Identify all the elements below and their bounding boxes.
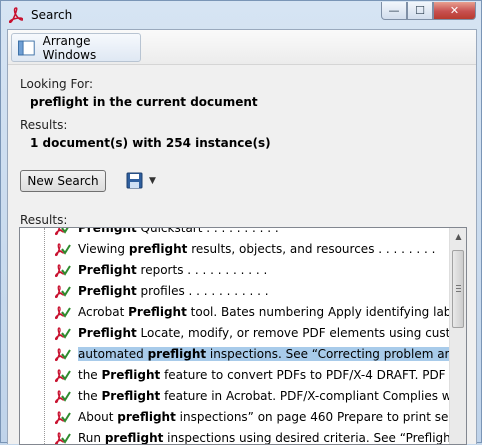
pdf-checkmark-icon xyxy=(55,390,71,404)
arrange-windows-icon xyxy=(18,40,35,55)
arrange-windows-label: Arrange Windows xyxy=(42,33,97,62)
result-row-text: the Preflight feature to convert PDFs to… xyxy=(78,368,450,382)
result-row-text: automated preflight inspections. See “Co… xyxy=(78,347,450,361)
maximize-icon: ☐ xyxy=(415,4,425,17)
window-controls: — ☐ ✕ xyxy=(381,2,476,20)
pdf-checkmark-icon xyxy=(55,327,71,341)
result-prefix: the xyxy=(78,368,102,382)
result-row-text: Preflight reports . . . . . . . . . . . xyxy=(78,263,267,277)
new-search-button[interactable]: New Search xyxy=(20,170,106,192)
close-icon: ✕ xyxy=(449,4,460,17)
new-search-label: New Search xyxy=(27,174,99,188)
result-row[interactable]: the Preflight feature in Acrobat. PDF/X-… xyxy=(20,386,450,407)
close-button[interactable]: ✕ xyxy=(433,2,476,20)
pdf-checkmark-icon xyxy=(55,228,69,236)
vertical-scrollbar[interactable]: ▲ xyxy=(449,228,466,444)
acrobat-icon xyxy=(9,7,23,23)
result-row[interactable]: Preflight profiles . . . . . . . . . . . xyxy=(20,281,450,302)
result-prefix: Acrobat xyxy=(78,305,129,319)
result-prefix: automated xyxy=(78,347,148,361)
pdf-checkmark-icon xyxy=(55,348,71,362)
result-match: Preflight xyxy=(101,368,161,382)
result-suffix: inspections” on page 460 Prepare to prin… xyxy=(179,410,450,424)
scroll-thumb[interactable] xyxy=(452,250,464,328)
result-row[interactable]: Preflight Locate, modify, or remove PDF … xyxy=(20,323,450,344)
result-match: Preflight xyxy=(101,389,161,403)
result-suffix: profiles . . . . . . . . . . . xyxy=(136,284,269,298)
result-row-text: Preflight profiles . . . . . . . . . . . xyxy=(78,284,269,298)
minimize-icon: — xyxy=(388,4,400,17)
result-row[interactable]: Run preflight inspections using desired … xyxy=(20,428,450,444)
results-summary-label: Results: xyxy=(20,118,68,132)
result-suffix: results, objects, and resources . . . . … xyxy=(187,242,436,256)
result-row-text: About preflight inspections” on page 460… xyxy=(78,410,450,424)
result-suffix: feature to convert PDFs to PDF/X-4 DRAFT… xyxy=(164,368,450,382)
search-window: Search — ☐ ✕ Arrange Windows Looking For… xyxy=(0,0,482,445)
result-row[interactable]: automated preflight inspections. See “Co… xyxy=(20,344,450,365)
results-summary-value: 1 document(s) with 254 instance(s) xyxy=(30,136,271,150)
result-row[interactable]: Preflight Quickstart . . . . . . . . . . xyxy=(20,227,450,239)
result-row-text: Acrobat Preflight tool. Bates numbering … xyxy=(78,305,450,319)
result-row[interactable]: Viewing preflight results, objects, and … xyxy=(20,239,450,260)
result-row-text: the Preflight feature in Acrobat. PDF/X-… xyxy=(78,389,450,403)
pdf-checkmark-icon xyxy=(55,285,71,299)
result-suffix: inspections. See “Correcting problem are… xyxy=(209,347,450,361)
result-suffix: Quickstart . . . . . . . . . . xyxy=(136,227,279,235)
result-match: Preflight xyxy=(78,227,137,235)
title-bar[interactable]: Search — ☐ ✕ xyxy=(1,1,481,29)
result-suffix: reports . . . . . . . . . . . xyxy=(136,263,268,277)
pdf-checkmark-icon xyxy=(55,264,71,278)
result-row[interactable]: the Preflight feature to convert PDFs to… xyxy=(20,365,450,386)
result-prefix: About xyxy=(78,410,118,424)
result-prefix: Viewing xyxy=(78,242,129,256)
result-match: Preflight xyxy=(128,305,187,319)
save-disk-icon xyxy=(126,172,143,189)
result-row-text: Preflight Quickstart . . . . . . . . . . xyxy=(78,227,279,235)
result-match: Preflight xyxy=(78,284,137,298)
pdf-checkmark-icon xyxy=(55,369,71,383)
maximize-button[interactable]: ☐ xyxy=(407,2,433,20)
result-row-text: Preflight Locate, modify, or remove PDF … xyxy=(78,326,450,340)
pdf-checkmark-icon xyxy=(55,306,71,320)
arrange-windows-button[interactable]: Arrange Windows xyxy=(11,33,141,62)
result-match: preflight xyxy=(128,242,188,256)
result-row[interactable]: Acrobat Preflight tool. Bates numbering … xyxy=(20,302,450,323)
looking-for-label: Looking For: xyxy=(20,77,94,91)
looking-for-value: preflight in the current document xyxy=(30,95,258,109)
save-results-button[interactable]: ▼ xyxy=(126,172,156,189)
toolbar: Arrange Windows xyxy=(8,30,476,65)
result-suffix: tool. Bates numbering Apply identifying … xyxy=(190,305,450,319)
result-row[interactable]: About preflight inspections” on page 460… xyxy=(20,407,450,428)
scroll-up-icon[interactable]: ▲ xyxy=(450,228,466,245)
result-match: Preflight xyxy=(78,263,137,277)
window-title: Search xyxy=(31,8,73,22)
result-match: Preflight xyxy=(78,326,137,340)
minimize-button[interactable]: — xyxy=(381,2,407,20)
result-prefix: the xyxy=(78,389,102,403)
result-row[interactable]: Preflight reports . . . . . . . . . . . xyxy=(20,260,450,281)
pdf-checkmark-icon xyxy=(55,243,71,257)
result-match: preflight xyxy=(117,410,176,424)
result-suffix: Locate, modify, or remove PDF elements u… xyxy=(140,326,450,340)
result-match: preflight xyxy=(147,347,207,361)
results-tree[interactable]: Preflight Quickstart . . . . . . . . . .… xyxy=(19,227,467,445)
result-suffix: feature in Acrobat. PDF/X-compliant Comp… xyxy=(164,389,450,403)
pdf-checkmark-icon xyxy=(55,411,71,425)
results-list-label: Results: xyxy=(20,213,68,227)
result-row-text: Viewing preflight results, objects, and … xyxy=(78,242,435,256)
search-panel: Arrange Windows Looking For: preflight i… xyxy=(7,29,477,445)
chevron-down-icon[interactable]: ▼ xyxy=(149,176,156,186)
